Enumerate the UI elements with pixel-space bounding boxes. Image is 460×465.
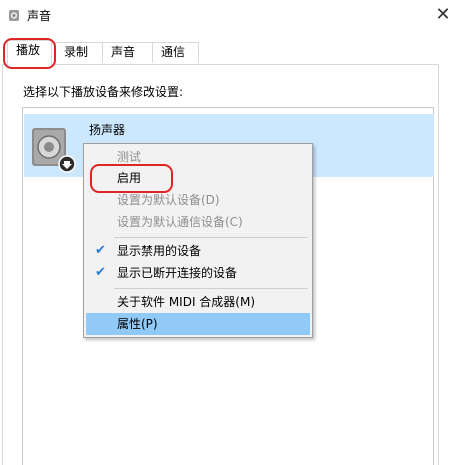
close-button[interactable]: ✕ — [426, 0, 460, 30]
menu-separator — [114, 288, 308, 289]
close-icon: ✕ — [435, 4, 451, 25]
device-name: 扬声器 — [89, 123, 126, 137]
context-menu: 测试 启用 设置为默认设备(D) 设置为默认通信设备(C) ✔ 显示禁用的设备 … — [83, 143, 313, 338]
tab-sounds[interactable]: 声音 — [102, 42, 153, 63]
tab-communications[interactable]: 通信 — [152, 42, 199, 63]
menu-separator — [114, 237, 308, 238]
menu-item-label: 显示禁用的设备 — [117, 244, 202, 258]
checkmark-icon: ✔ — [95, 243, 106, 258]
tab-playback[interactable]: 播放 — [7, 40, 52, 65]
speaker-device-icon — [32, 128, 76, 173]
instruction-text: 选择以下播放设备来修改设置: — [23, 85, 184, 99]
window-title: 声音 — [27, 9, 52, 23]
menu-item-properties[interactable]: 属性(P) — [86, 313, 310, 335]
title-bar: 声音 ✕ — [0, 0, 460, 30]
menu-item-enable[interactable]: 启用 — [86, 167, 310, 189]
menu-item-show-disconnected[interactable]: ✔ 显示已断开连接的设备 — [86, 262, 310, 284]
speaker-title-icon — [9, 10, 19, 21]
menu-item-set-default[interactable]: 设置为默认设备(D) — [86, 189, 310, 211]
menu-item-set-default-comm[interactable]: 设置为默认通信设备(C) — [86, 211, 310, 233]
menu-item-test[interactable]: 测试 — [86, 146, 310, 168]
menu-item-show-disabled[interactable]: ✔ 显示禁用的设备 — [86, 240, 310, 262]
tab-recording[interactable]: 录制 — [55, 42, 103, 63]
checkmark-icon: ✔ — [95, 265, 106, 280]
menu-item-label: 显示已断开连接的设备 — [117, 266, 238, 280]
tab-strip: 播放 录制 声音 通信 — [0, 30, 460, 65]
menu-item-about-midi[interactable]: 关于软件 MIDI 合成器(M) — [86, 291, 310, 313]
disabled-arrow-icon — [58, 155, 76, 173]
